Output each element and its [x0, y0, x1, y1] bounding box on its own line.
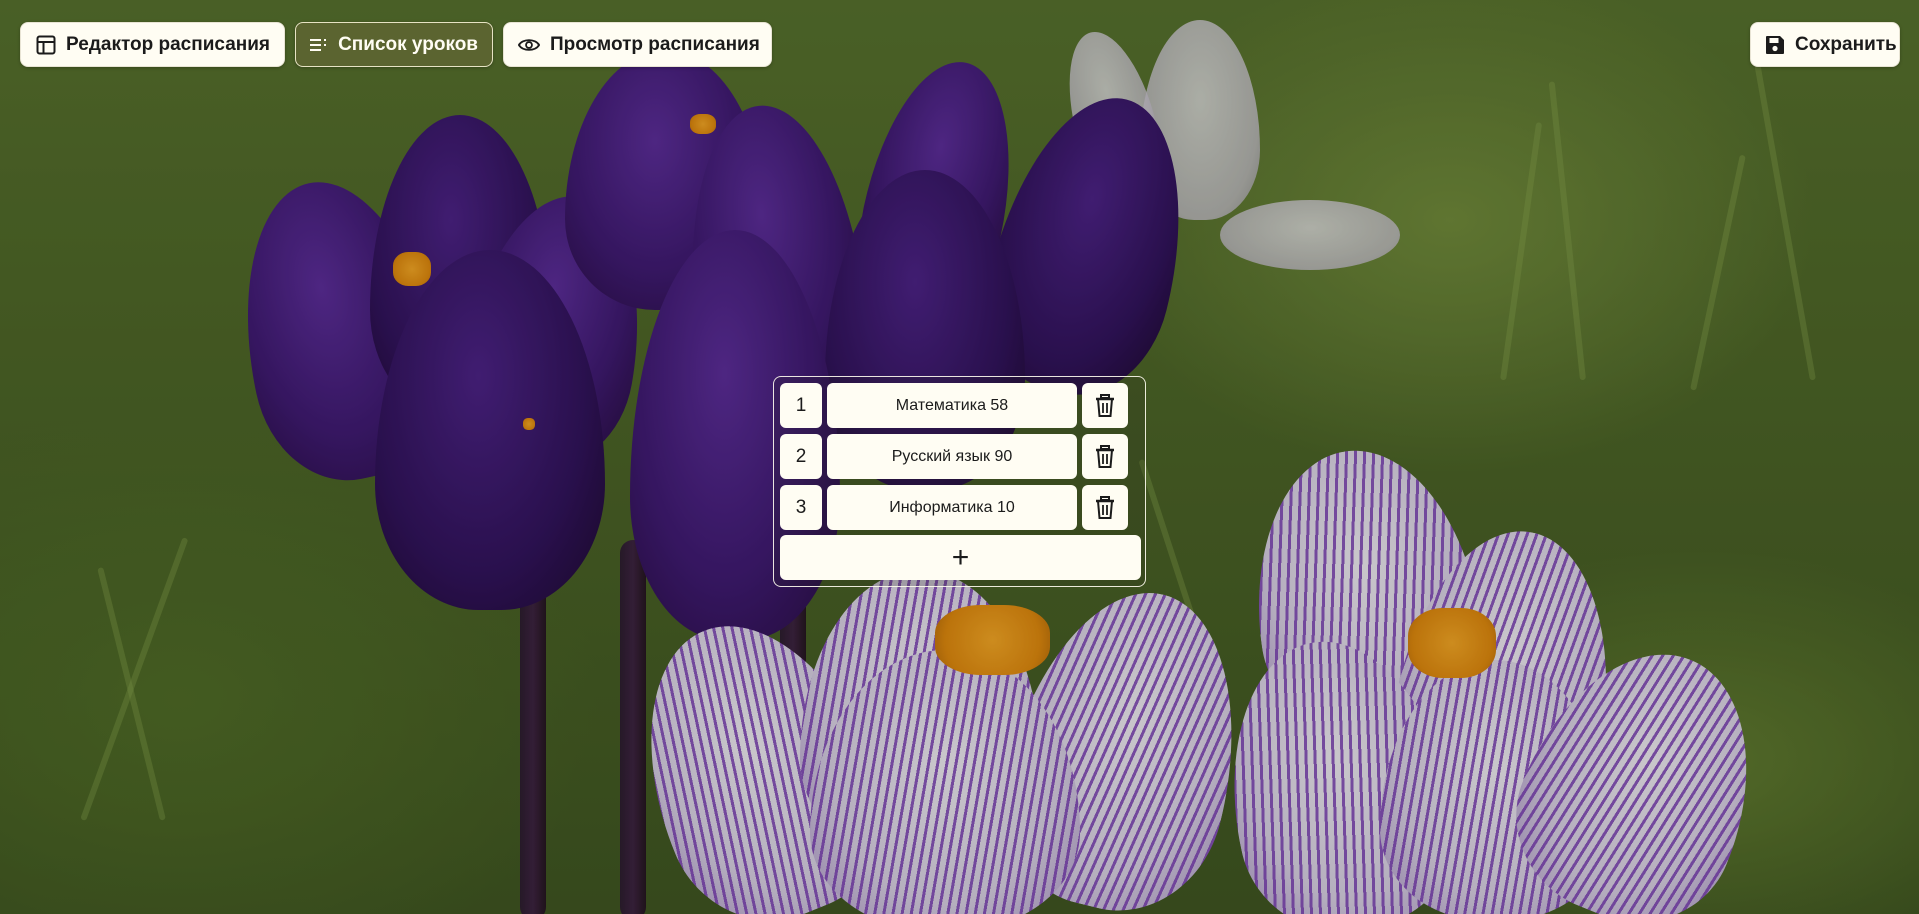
lesson-row: 1 Математика 58 — [780, 383, 1141, 428]
trash-icon — [1096, 444, 1114, 468]
lesson-name[interactable]: Математика 58 — [827, 383, 1077, 428]
lesson-list-label: Список уроков — [338, 33, 478, 55]
trash-icon — [1096, 495, 1114, 519]
lesson-number: 2 — [780, 434, 822, 479]
lesson-row: 2 Русский язык 90 — [780, 434, 1141, 479]
schedule-view-button[interactable]: Просмотр расписания — [503, 22, 772, 67]
delete-lesson-button[interactable] — [1082, 383, 1128, 428]
trash-icon — [1096, 393, 1114, 417]
lesson-name[interactable]: Русский язык 90 — [827, 434, 1077, 479]
schedule-editor-button[interactable]: Редактор расписания — [20, 22, 285, 67]
list-icon — [310, 34, 328, 56]
schedule-view-label: Просмотр расписания — [550, 33, 760, 55]
lesson-number: 3 — [780, 485, 822, 530]
lesson-row: 3 Информатика 10 — [780, 485, 1141, 530]
layout-table-icon — [35, 34, 56, 56]
plus-icon: + — [951, 540, 970, 574]
add-lesson-button[interactable]: + — [780, 535, 1141, 580]
floppy-disk-icon — [1765, 34, 1785, 56]
save-label: Сохранить — [1795, 33, 1897, 55]
eye-icon — [518, 34, 540, 56]
delete-lesson-button[interactable] — [1082, 485, 1128, 530]
lesson-name[interactable]: Информатика 10 — [827, 485, 1077, 530]
save-button[interactable]: Сохранить — [1750, 22, 1900, 67]
lesson-number: 1 — [780, 383, 822, 428]
lesson-list-button[interactable]: Список уроков — [295, 22, 493, 67]
delete-lesson-button[interactable] — [1082, 434, 1128, 479]
schedule-editor-label: Редактор расписания — [66, 33, 270, 55]
lesson-list-panel: 1 Математика 58 2 Русский язык 90 3 Инфо… — [773, 376, 1146, 587]
